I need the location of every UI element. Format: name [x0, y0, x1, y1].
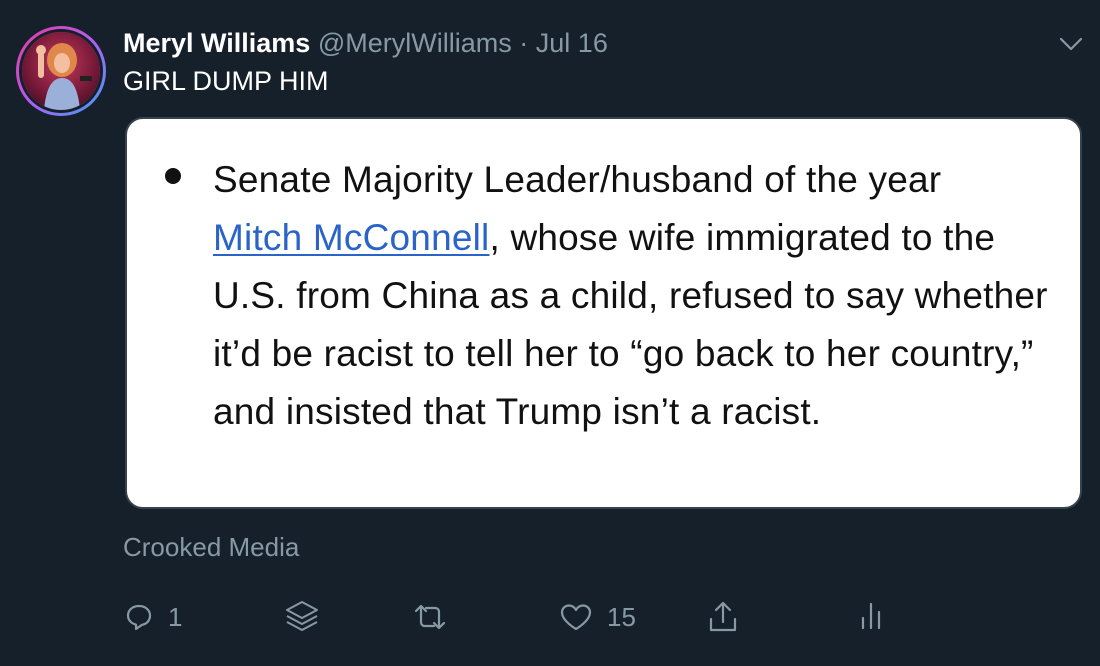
- image-card[interactable]: Senate Majority Leader/husband of the ye…: [125, 117, 1082, 509]
- like-count: 15: [607, 601, 636, 632]
- avatar[interactable]: [16, 26, 106, 116]
- mitch-mcconnell-link[interactable]: Mitch McConnell: [213, 217, 489, 258]
- bullet-point: [165, 168, 181, 184]
- reply-button[interactable]: 1: [124, 595, 182, 639]
- layers-icon: [284, 599, 320, 635]
- avatar-image: [19, 29, 103, 113]
- retweet-icon: [412, 602, 448, 632]
- header-separator: ·: [519, 28, 529, 58]
- tweet-date[interactable]: Jul 16: [536, 28, 608, 58]
- tweet-header: Meryl Williams @MerylWilliams · Jul 16: [123, 26, 608, 60]
- share-icon: [706, 599, 740, 635]
- retweet-button[interactable]: [412, 595, 448, 639]
- reply-count: 1: [168, 601, 183, 632]
- tweet: Meryl Williams @MerylWilliams · Jul 16 G…: [0, 0, 1100, 666]
- tweet-source[interactable]: Crooked Media: [123, 531, 299, 563]
- analytics-button[interactable]: [858, 595, 884, 639]
- chevron-down-icon[interactable]: [1056, 30, 1086, 58]
- share-button[interactable]: [706, 595, 740, 639]
- tweet-text: GIRL DUMP HIM: [123, 66, 329, 96]
- heart-icon: [559, 602, 593, 632]
- author-name[interactable]: Meryl Williams: [123, 28, 310, 58]
- like-button[interactable]: 15: [559, 595, 636, 639]
- layers-button[interactable]: [284, 595, 320, 639]
- reply-icon: [124, 602, 154, 632]
- author-handle[interactable]: @MerylWilliams: [318, 28, 512, 58]
- analytics-icon: [858, 600, 884, 634]
- action-bar: 1 15: [0, 595, 1100, 639]
- card-line-1: Senate Majority Leader/husband of the ye…: [213, 159, 942, 200]
- card-text: Senate Majority Leader/husband of the ye…: [213, 151, 1063, 441]
